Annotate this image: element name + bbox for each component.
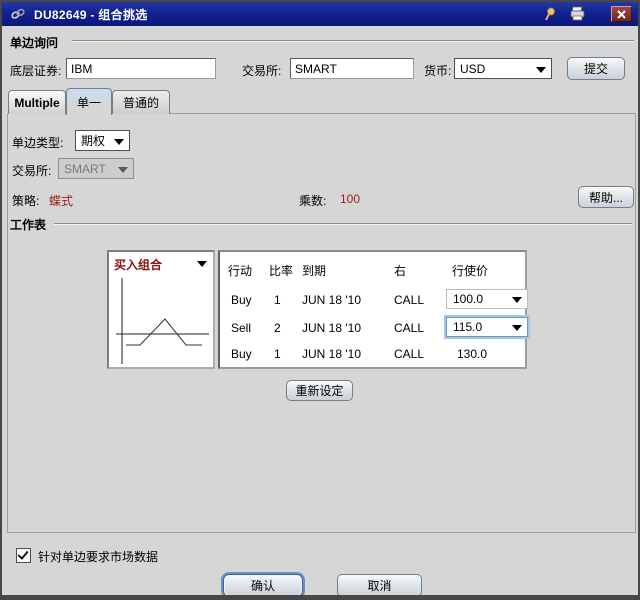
currency-value: USD bbox=[460, 61, 486, 76]
leg-ratio: 2 bbox=[274, 321, 281, 335]
exchange-input[interactable] bbox=[290, 58, 414, 79]
leg-expiry: JUN 18 '10 bbox=[302, 321, 361, 335]
chevron-down-icon bbox=[114, 139, 124, 145]
leg-ratio: 1 bbox=[274, 293, 281, 307]
query-section-title: 单边询问 bbox=[10, 36, 59, 50]
strike-select[interactable]: 100.0 bbox=[446, 289, 528, 309]
currency-select[interactable]: USD bbox=[454, 58, 552, 79]
combo-selection-dialog: DU82649 - 组合挑选 单边询问 底层证券: 交易所: 货币: USD bbox=[0, 0, 640, 600]
chain-link-icon bbox=[8, 5, 28, 23]
leg-right: CALL bbox=[394, 321, 425, 335]
close-icon[interactable] bbox=[611, 6, 632, 22]
leg-action: Sell bbox=[231, 321, 252, 335]
leg-type-value: 期权 bbox=[81, 134, 106, 148]
tab-generic[interactable]: 普通的 bbox=[112, 90, 170, 114]
confirm-button-label: 确认 bbox=[250, 579, 275, 593]
butterfly-payoff-chart bbox=[116, 278, 209, 364]
underlying-input[interactable] bbox=[66, 58, 216, 79]
col-header-expiry: 到期 bbox=[302, 264, 327, 278]
legs-table: 行动 比率 到期 右 行使价 Buy 1 JUN 18 '10 CALL 100… bbox=[218, 250, 528, 369]
printer-icon[interactable] bbox=[568, 5, 588, 23]
leg-exchange-select: SMART bbox=[58, 158, 134, 179]
chevron-down-icon bbox=[118, 167, 128, 173]
leg-expiry: JUN 18 '10 bbox=[302, 347, 361, 361]
market-data-checkbox-label: 针对单边要求市场数据 bbox=[38, 550, 159, 564]
tab-single[interactable]: 单一 bbox=[66, 88, 112, 115]
combo-type-selector[interactable]: 买入组合 bbox=[107, 250, 215, 369]
submit-button-label: 提交 bbox=[583, 62, 608, 76]
worksheet-section-title: 工作表 bbox=[10, 218, 47, 232]
tab-generic-label: 普通的 bbox=[122, 96, 159, 110]
help-button-label: 帮助... bbox=[588, 190, 623, 205]
window-title: DU82649 - 组合挑选 bbox=[34, 7, 148, 22]
leg-type-select[interactable]: 期权 bbox=[75, 130, 130, 151]
tab-multiple[interactable]: Multiple bbox=[8, 90, 66, 114]
help-button[interactable]: 帮助... bbox=[578, 186, 634, 208]
strike-value: 115.0 bbox=[453, 320, 483, 334]
leg-right: CALL bbox=[394, 347, 425, 361]
chevron-down-icon bbox=[197, 261, 207, 267]
leg-action: Buy bbox=[231, 293, 252, 307]
col-header-right: 右 bbox=[394, 264, 407, 278]
exchange-label: 交易所: bbox=[242, 64, 282, 78]
pushpin-icon[interactable] bbox=[540, 5, 560, 23]
col-header-strike: 行使价 bbox=[452, 264, 489, 278]
leg-strike: 130.0 bbox=[457, 347, 488, 361]
market-data-checkbox[interactable] bbox=[16, 548, 31, 563]
combo-type-label: 买入组合 bbox=[114, 258, 163, 272]
leg-ratio: 1 bbox=[274, 347, 281, 361]
cancel-button-label: 取消 bbox=[367, 579, 392, 593]
col-header-ratio: 比率 bbox=[269, 264, 294, 278]
col-header-action: 行动 bbox=[228, 264, 253, 278]
leg-exchange-value: SMART bbox=[64, 161, 106, 176]
tab-multiple-label: Multiple bbox=[14, 95, 60, 110]
chevron-down-icon bbox=[512, 325, 522, 331]
submit-button[interactable]: 提交 bbox=[567, 57, 625, 80]
strike-value: 100.0 bbox=[453, 292, 484, 306]
tab-single-label: 单一 bbox=[76, 95, 101, 110]
confirm-button[interactable]: 确认 bbox=[223, 574, 303, 595]
leg-right: CALL bbox=[394, 293, 425, 307]
cancel-button[interactable]: 取消 bbox=[337, 574, 422, 595]
underlying-label: 底层证券: bbox=[10, 64, 62, 78]
title-bar[interactable]: DU82649 - 组合挑选 bbox=[2, 2, 638, 26]
leg-action: Buy bbox=[231, 347, 252, 361]
chevron-down-icon bbox=[536, 67, 546, 73]
query-section-divider bbox=[72, 40, 634, 41]
currency-label: 货币: bbox=[424, 64, 452, 78]
strike-select-focused[interactable]: 115.0 bbox=[446, 317, 528, 337]
worksheet-section-divider bbox=[54, 223, 632, 224]
leg-expiry: JUN 18 '10 bbox=[302, 293, 361, 307]
chevron-down-icon bbox=[512, 297, 522, 303]
